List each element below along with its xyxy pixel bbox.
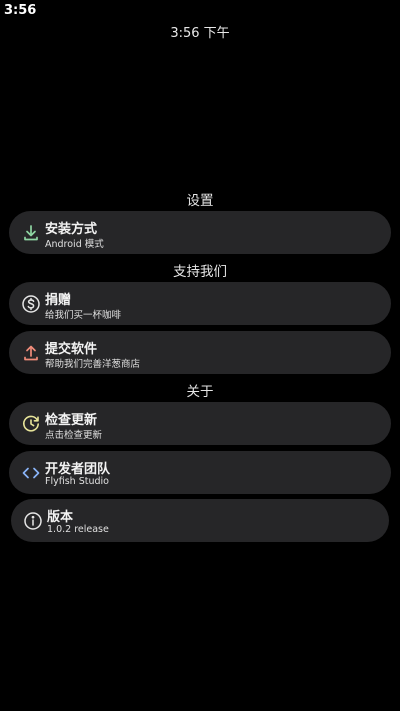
status-bar-time: 3:56 — [4, 3, 37, 18]
install-method-item[interactable]: 安装方式 Android 模式 — [9, 211, 391, 254]
install-method-title: 安装方式 — [45, 222, 98, 237]
developer-team-subtitle: Flyfish Studio — [45, 476, 109, 487]
section-title-settings: 设置 — [186, 193, 214, 209]
clock-header: 3:56 下午 — [170, 26, 230, 41]
developer-team-item[interactable]: 开发者团队 Flyfish Studio — [9, 451, 391, 494]
submit-software-subtitle: 帮助我们完善洋葱商店 — [45, 359, 141, 370]
developer-team-title: 开发者团队 — [45, 462, 111, 477]
section-title-about: 关于 — [186, 384, 214, 400]
submit-software-title: 提交软件 — [45, 342, 98, 357]
download-icon — [21, 223, 41, 243]
upload-icon — [21, 343, 41, 363]
version-subtitle: 1.0.2 release — [47, 524, 109, 535]
donate-subtitle: 给我们买一杯咖啡 — [45, 310, 122, 321]
code-icon — [21, 463, 41, 483]
section-title-support: 支持我们 — [173, 264, 227, 280]
check-update-item[interactable]: 检查更新 点击检查更新 — [9, 402, 391, 445]
donate-title: 捐赠 — [45, 293, 72, 308]
install-method-subtitle: Android 模式 — [45, 239, 104, 250]
version-item[interactable]: 版本 1.0.2 release — [11, 499, 389, 542]
submit-software-item[interactable]: 提交软件 帮助我们完善洋葱商店 — [9, 331, 391, 374]
check-update-subtitle: 点击检查更新 — [45, 430, 103, 441]
version-title: 版本 — [47, 510, 74, 525]
update-icon — [21, 414, 41, 434]
info-icon — [23, 511, 43, 531]
dollar-icon — [21, 294, 41, 314]
check-update-title: 检查更新 — [45, 413, 98, 428]
donate-item[interactable]: 捐赠 给我们买一杯咖啡 — [9, 282, 391, 325]
